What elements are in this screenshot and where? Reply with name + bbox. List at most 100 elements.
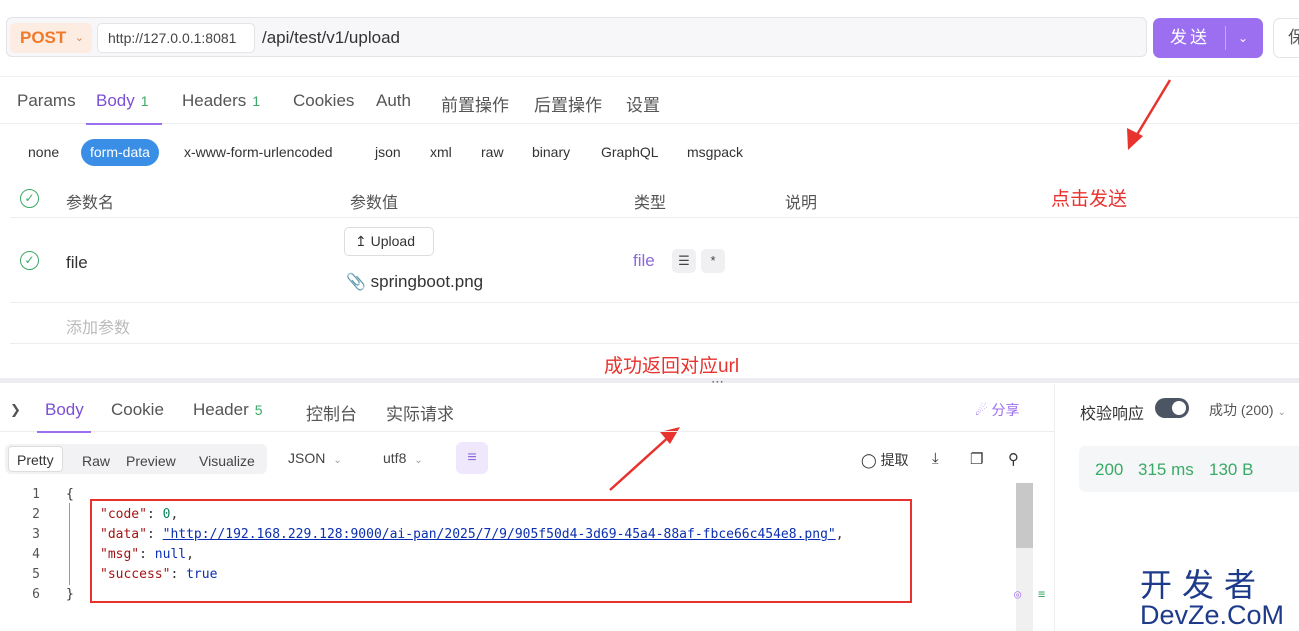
chevron-down-icon: ⌄ <box>1277 407 1286 418</box>
focus-icon[interactable]: ◎ <box>1014 587 1021 601</box>
json-open-brace: { <box>66 487 74 502</box>
response-tab-cookie[interactable]: Cookie <box>111 400 164 420</box>
settings-icon[interactable]: ☰ <box>672 249 696 273</box>
panel-splitter[interactable] <box>0 378 1299 383</box>
response-size: 130 B <box>1209 460 1254 479</box>
line-number: 3 <box>32 527 40 542</box>
host-select[interactable]: http://127.0.0.1:8081 <box>97 23 255 53</box>
validate-label: 校验响应 <box>1080 406 1145 423</box>
response-view-toolbar: Pretty Raw Preview Visualize JSON ⌄ utf8 ⌄… <box>0 440 1054 478</box>
download-icon[interactable]: ⤓ <box>932 450 939 467</box>
status-select[interactable]: 成功 (200) ⌄ <box>1209 400 1286 420</box>
copy-icon[interactable]: ❐ <box>970 450 983 468</box>
toggle-knob <box>1172 401 1186 415</box>
line-number: 6 <box>32 587 40 602</box>
save-button[interactable]: 保 <box>1273 18 1299 58</box>
response-time: 315 ms <box>1138 460 1194 479</box>
column-header-name: 参数名 <box>66 195 115 212</box>
body-type-none[interactable]: none <box>28 139 59 166</box>
body-type-binary[interactable]: binary <box>532 139 570 166</box>
row-enable-checkbox[interactable]: ✓ <box>20 251 39 270</box>
json-close-brace: } <box>66 587 74 602</box>
tab-auth[interactable]: Auth <box>376 91 411 111</box>
send-button[interactable]: 发送 ⌄ <box>1153 18 1263 58</box>
request-tabs: Params Body 1 Headers 1 Cookies Auth 前置操作 … <box>0 76 1299 125</box>
body-type-msgpack[interactable]: msgpack <box>687 139 743 166</box>
required-toggle[interactable]: * <box>701 249 725 273</box>
tab-post-actions[interactable]: 后置操作 <box>534 91 602 116</box>
column-header-description: 说明 <box>785 195 818 212</box>
url-path-input[interactable]: /api/test/v1/upload <box>262 28 400 48</box>
divider <box>1225 26 1226 50</box>
chevron-down-icon[interactable]: ⌄ <box>1238 18 1248 58</box>
column-header-value: 参数值 <box>350 195 399 212</box>
tab-body[interactable]: Body 1 <box>96 91 149 111</box>
file-name: springboot.png <box>370 272 484 291</box>
active-tab-indicator <box>86 123 162 125</box>
line-number: 5 <box>32 567 40 582</box>
watermark-logo: 开发者 DevZe.CoM <box>1140 567 1285 630</box>
view-raw[interactable]: Raw <box>74 448 118 474</box>
param-type-select[interactable]: file <box>633 251 655 271</box>
validate-toggle[interactable] <box>1155 398 1189 418</box>
response-tab-console[interactable]: 控制台 <box>306 400 357 425</box>
tab-params[interactable]: Params <box>17 91 76 111</box>
view-mode-segmented: Pretty Raw Preview Visualize <box>5 444 267 474</box>
response-stats: 200 315 ms 130 B <box>1079 446 1299 492</box>
status-code: 200 <box>1095 460 1124 479</box>
method-label: POST <box>20 28 67 47</box>
tab-cookies[interactable]: Cookies <box>293 91 354 111</box>
count-badge: 1 <box>140 93 149 109</box>
add-param-row[interactable]: 添加参数 <box>10 303 1299 344</box>
chevron-down-icon: ⌄ <box>414 455 423 466</box>
count-badge: 1 <box>252 93 261 109</box>
body-type-json[interactable]: json <box>375 139 401 166</box>
table-row: ✓ file ↥ Upload 📎 springboot.png file ☰ … <box>10 219 1299 303</box>
request-bar: POST ⌄ http://127.0.0.1:8081 /api/test/v… <box>0 0 1299 78</box>
encoding-select[interactable]: utf8 ⌄ <box>383 450 423 466</box>
view-pretty[interactable]: Pretty <box>8 446 63 472</box>
method-select[interactable]: POST ⌄ <box>10 23 92 53</box>
paperclip-icon: 📎 <box>346 274 366 291</box>
format-icon[interactable]: ≡ <box>1038 587 1045 601</box>
tab-pre-actions[interactable]: 前置操作 <box>441 91 509 116</box>
tab-headers[interactable]: Headers 1 <box>182 91 260 111</box>
count-badge: 5 <box>254 402 263 418</box>
line-number: 4 <box>32 547 40 562</box>
collapse-chevron-icon[interactable]: ❯ <box>10 402 21 418</box>
share-button[interactable]: ☄ 分享 <box>975 400 1019 420</box>
upload-icon: ↥ <box>355 233 367 249</box>
view-visualize[interactable]: Visualize <box>191 448 263 474</box>
chevron-down-icon: ⌄ <box>74 32 84 44</box>
word-wrap-button[interactable]: ≡ <box>456 442 488 474</box>
response-body-editor[interactable]: 1 2 3 4 5 6 { "code": 0, "data": "http:/… <box>0 483 1045 631</box>
indent-guide <box>69 503 70 585</box>
body-type-graphql[interactable]: GraphQL <box>601 139 659 166</box>
response-tab-actual-request[interactable]: 实际请求 <box>386 400 454 425</box>
scrollbar-thumb[interactable] <box>1016 483 1033 548</box>
extract-button[interactable]: ◯ 提取 <box>861 450 909 470</box>
response-tab-header[interactable]: Header 5 <box>193 400 263 420</box>
upload-button[interactable]: ↥ Upload <box>344 227 434 256</box>
upload-label: Upload <box>370 233 415 249</box>
body-type-xml[interactable]: xml <box>430 139 452 166</box>
response-tab-body[interactable]: Body <box>45 400 84 420</box>
response-tabs: ❯ Body Cookie Header 5 控制台 实际请求 ☄ 分享 <box>0 384 1054 433</box>
active-tab-indicator <box>37 431 91 433</box>
select-all-checkbox[interactable]: ✓ <box>20 189 39 208</box>
body-type-raw[interactable]: raw <box>481 139 504 166</box>
param-name[interactable]: file <box>66 253 88 273</box>
column-header-type: 类型 <box>634 195 667 212</box>
arrow-head <box>1127 128 1143 150</box>
search-icon[interactable]: ⚲ <box>1008 450 1019 468</box>
view-preview[interactable]: Preview <box>118 448 184 474</box>
line-number: 2 <box>32 507 40 522</box>
share-icon: ☄ <box>975 402 988 418</box>
body-type-urlencoded[interactable]: x-www-form-urlencoded <box>184 139 333 166</box>
annotation-highlight-box <box>90 499 912 603</box>
body-type-form-data[interactable]: form-data <box>81 139 159 166</box>
format-select[interactable]: JSON ⌄ <box>288 450 342 466</box>
tab-settings[interactable]: 设置 <box>626 91 660 116</box>
extract-icon: ◯ <box>861 452 877 468</box>
line-number: 1 <box>32 487 40 502</box>
